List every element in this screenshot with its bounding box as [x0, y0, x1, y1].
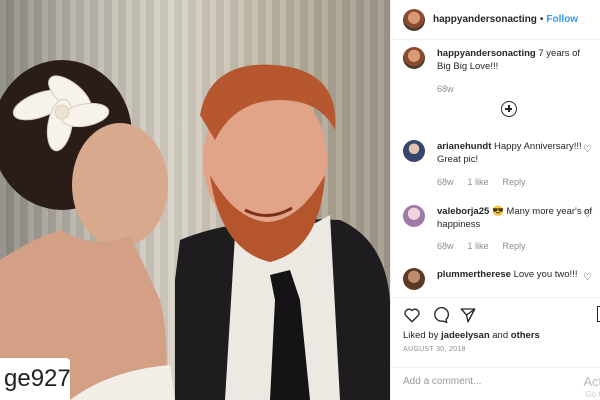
separator-dot: •	[539, 14, 544, 25]
action-buttons	[403, 306, 477, 324]
liked-by-and: and	[492, 330, 509, 341]
couple-illustration	[0, 60, 390, 400]
comment-body: valeborja25 😎 Many more year's of happin…	[437, 205, 593, 231]
activate-windows-overlay: Acti	[583, 374, 600, 389]
post-date[interactable]: AUGUST 30, 2018	[403, 346, 466, 353]
comment-item: valeborja25 😎 Many more year's of happin…	[403, 205, 593, 231]
comment-username[interactable]: plummertherese	[437, 269, 511, 280]
post-actions-section: Liked by jadeelysan and others AUGUST 30…	[391, 297, 600, 367]
comment-likes[interactable]: 1 like	[468, 177, 489, 187]
caption: happyandersonacting 7 years of Big Big L…	[403, 47, 593, 73]
header-username[interactable]: happyandersonacting	[433, 14, 537, 25]
paper-plane-icon[interactable]	[459, 306, 477, 324]
likes-summary: Liked by jadeelysan and others	[403, 330, 540, 341]
avatar[interactable]	[403, 268, 425, 290]
reply-button[interactable]: Reply	[503, 177, 526, 187]
heart-icon[interactable]: ♡	[583, 209, 593, 220]
liked-by-prefix: Liked by	[403, 330, 439, 341]
plus-circle-icon[interactable]	[501, 101, 517, 117]
follow-button[interactable]: Follow	[546, 14, 578, 25]
post-header: happyandersonacting • Follow	[391, 0, 600, 40]
post-side-panel: happyandersonacting • Follow happyanders…	[390, 0, 600, 400]
comment-time[interactable]: 68w	[437, 241, 454, 251]
caption-body: happyandersonacting 7 years of Big Big L…	[437, 47, 593, 73]
avatar[interactable]	[403, 8, 425, 31]
caption-time[interactable]: 68w	[437, 84, 454, 94]
heart-icon[interactable]	[403, 306, 421, 324]
watermark-text: ge927	[0, 358, 71, 400]
avatar[interactable]	[403, 140, 425, 162]
comment-body: plummertherese Love you two!!!	[437, 268, 577, 290]
liked-by-others[interactable]: others	[511, 330, 540, 341]
caption-meta: 68w	[437, 84, 454, 94]
comment-meta: 68w 1 like Reply	[437, 241, 526, 251]
comment-text: Love you two!!!	[513, 269, 578, 280]
comment-username[interactable]: valeborja25	[437, 206, 489, 217]
comment-input[interactable]	[403, 376, 563, 387]
comment-time[interactable]: 68w	[437, 177, 454, 187]
reply-button[interactable]: Reply	[503, 241, 526, 251]
caption-username[interactable]: happyandersonacting	[437, 48, 536, 59]
heart-icon[interactable]: ♡	[583, 144, 593, 155]
avatar[interactable]	[403, 47, 425, 69]
activate-windows-subtext: Go to	[585, 390, 600, 399]
comment-item: arianehundt Happy Anniversary!!! Great p…	[403, 140, 593, 166]
add-comment-bar: Acti Go to	[391, 367, 600, 400]
comment-meta: 68w 1 like Reply	[437, 177, 526, 187]
comment-bubble-icon[interactable]	[431, 306, 449, 324]
avatar[interactable]	[403, 205, 425, 227]
comment-body: arianehundt Happy Anniversary!!! Great p…	[437, 140, 593, 166]
liked-by-user[interactable]: jadeelysan	[441, 330, 490, 341]
post-photo[interactable]: ge927	[0, 0, 390, 400]
comment-username[interactable]: arianehundt	[437, 141, 491, 152]
comment-item: plummertherese Love you two!!! ♡	[403, 268, 593, 290]
heart-icon[interactable]: ♡	[583, 272, 593, 283]
comment-likes[interactable]: 1 like	[468, 241, 489, 251]
